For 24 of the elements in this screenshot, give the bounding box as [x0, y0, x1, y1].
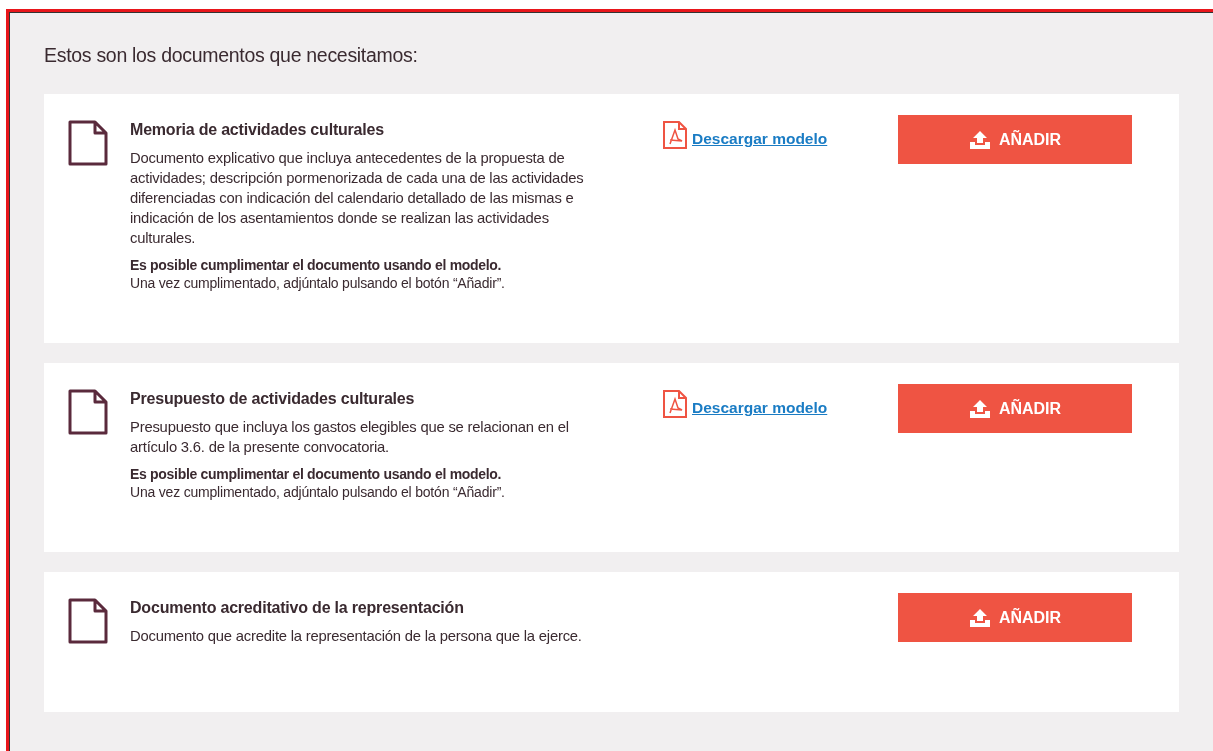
- document-icon: [68, 598, 108, 645]
- document-icon: [68, 120, 108, 167]
- document-description: Presupuesto que incluya los gastos elegibles que se relacionan en el artículo 3.6. de la presente convocatoria.: [130, 418, 570, 458]
- download-link[interactable]: Descargar modelo: [662, 120, 828, 151]
- note-title: Es posible cumplimentar el documento usando el modelo.: [130, 465, 503, 484]
- note-text: Una vez cumplimentado, adjúntalo pulsando el botón “Añadir”.: [130, 483, 506, 502]
- document-title: Documento acreditativo de la representación: [130, 598, 465, 619]
- pdf-icon: [662, 389, 688, 420]
- add-button[interactable]: AÑADIR: [898, 115, 1132, 165]
- document-title: Memoria de actividades culturales: [130, 120, 385, 141]
- page-heading: Estos son los documentos que necesitamos:: [44, 44, 419, 68]
- document-icon: [68, 389, 108, 436]
- document-title: Presupuesto de actividades culturales: [130, 389, 416, 410]
- document-description: Documento explicativo que incluya antecedentes de la propuesta de actividades; descripción pormenorizada de cada una de las actividades diferenciadas con indicación del calendario detallado de las mismas e indicación de los asentamientos donde se realizan las actividades culturales.: [130, 149, 585, 249]
- pdf-icon: [662, 120, 688, 151]
- upload-icon: [968, 607, 991, 628]
- note-text: Una vez cumplimentado, adjúntalo pulsando el botón “Añadir”.: [130, 274, 506, 293]
- upload-icon: [968, 398, 991, 419]
- add-button[interactable]: AÑADIR: [898, 593, 1132, 643]
- note-title: Es posible cumplimentar el documento usando el modelo.: [130, 256, 503, 275]
- document-description: Documento que acredite la representación de la persona que la ejerce.: [130, 627, 583, 647]
- add-button[interactable]: AÑADIR: [898, 384, 1132, 434]
- download-link[interactable]: Descargar modelo: [662, 389, 828, 420]
- upload-icon: [968, 129, 991, 150]
